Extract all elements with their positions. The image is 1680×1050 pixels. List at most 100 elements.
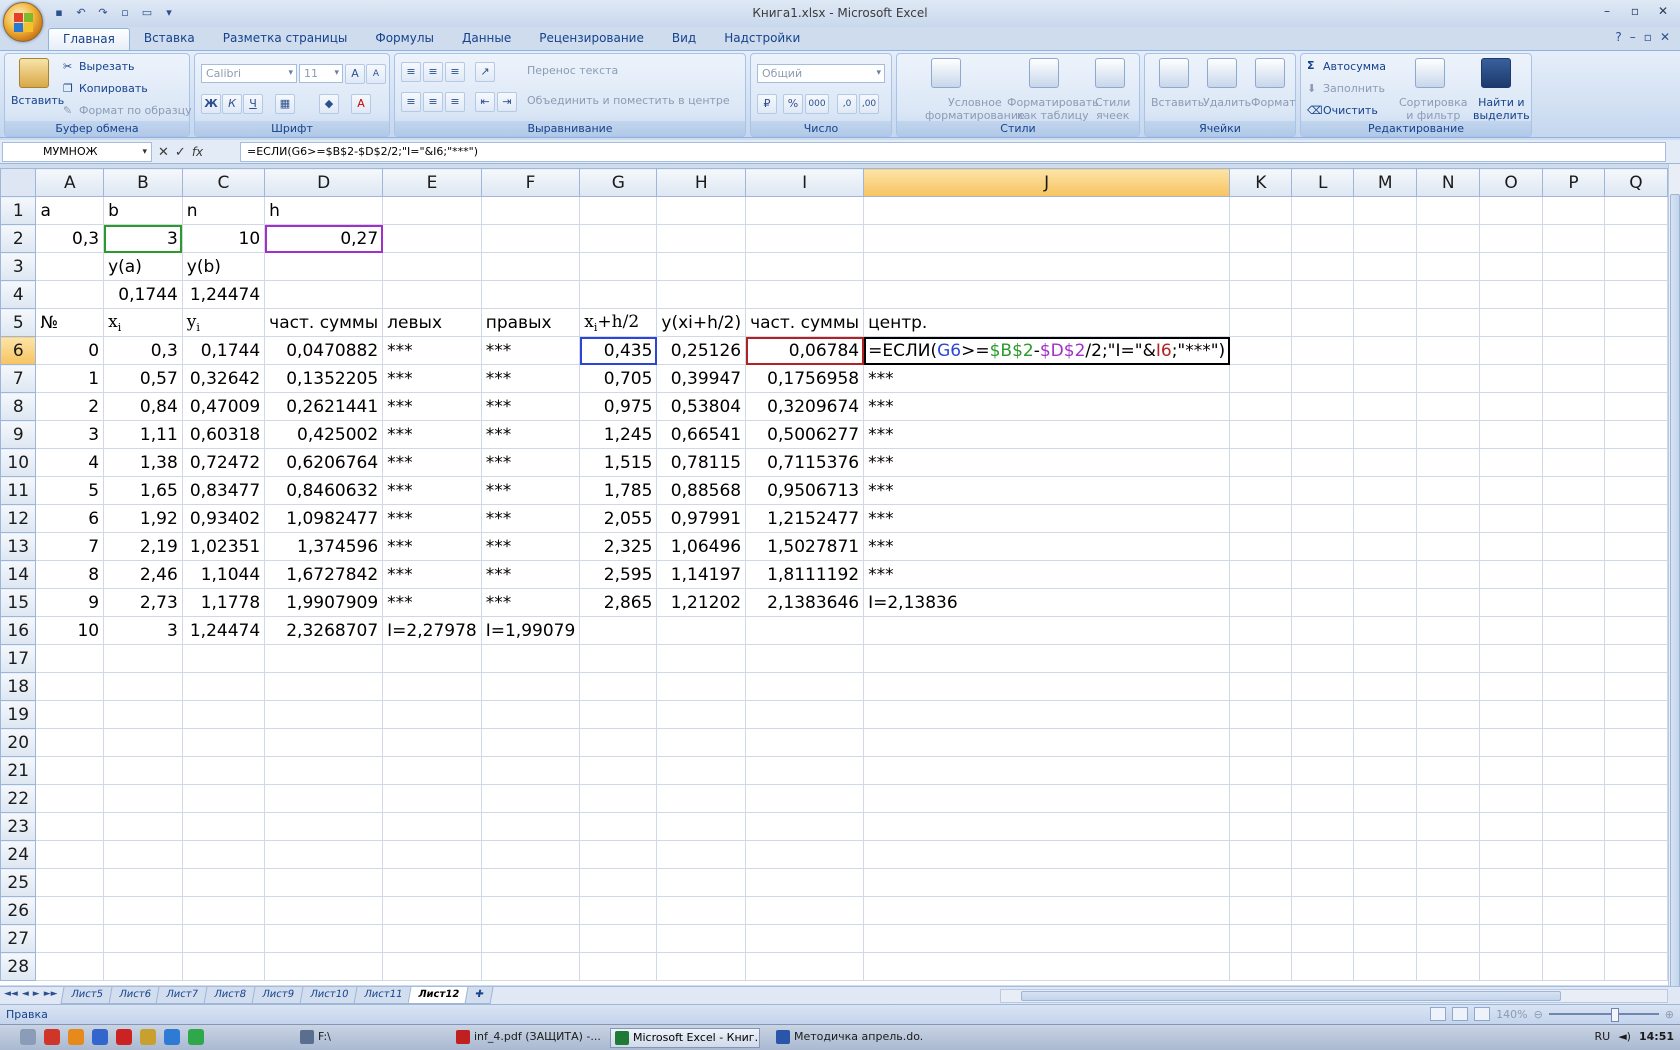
cell-o10[interactable] <box>1479 448 1544 477</box>
cell-f1[interactable] <box>480 196 581 225</box>
cell-e18[interactable] <box>382 672 482 701</box>
currency-icon[interactable]: ₽ <box>757 94 777 114</box>
cell-f17[interactable] <box>480 644 581 673</box>
cell-e21[interactable] <box>382 756 482 785</box>
filezilla-icon[interactable] <box>140 1029 156 1045</box>
cell-j16[interactable] <box>863 616 1231 645</box>
cell-f3[interactable] <box>480 252 581 281</box>
cell-o14[interactable] <box>1479 560 1544 589</box>
tab-addins[interactable]: Надстройки <box>710 28 814 50</box>
cell-k23[interactable] <box>1229 812 1293 841</box>
cell-a8[interactable]: 2 <box>35 392 105 421</box>
cell-e10[interactable]: *** <box>382 448 482 477</box>
row-header[interactable]: 1 <box>0 196 37 225</box>
cell-q11[interactable] <box>1603 476 1668 505</box>
cell-d11[interactable]: 0,8460632 <box>264 476 384 505</box>
opera-icon[interactable] <box>116 1029 132 1045</box>
cell-m20[interactable] <box>1352 728 1418 757</box>
cell-h11[interactable]: 0,88568 <box>656 476 747 505</box>
cell-k26[interactable] <box>1229 896 1293 925</box>
cell-e14[interactable]: *** <box>382 560 482 589</box>
row-header[interactable]: 13 <box>0 532 37 561</box>
cell-e8[interactable]: *** <box>382 392 482 421</box>
cell-n23[interactable] <box>1416 812 1481 841</box>
cell-a25[interactable] <box>35 868 105 897</box>
cell-k14[interactable] <box>1229 560 1293 589</box>
cell-e25[interactable] <box>382 868 482 897</box>
cell-h27[interactable] <box>656 924 747 953</box>
cell-e28[interactable] <box>382 952 482 981</box>
decrease-indent-icon[interactable]: ⇤ <box>475 92 495 112</box>
cell-a27[interactable] <box>35 924 105 953</box>
cell-p9[interactable] <box>1542 420 1605 449</box>
align-bottom-icon[interactable]: ≡ <box>445 62 465 82</box>
cell-g16[interactable] <box>579 616 658 645</box>
cell-b25[interactable] <box>103 868 183 897</box>
normal-view-icon[interactable] <box>1430 1007 1447 1021</box>
cell-o5[interactable] <box>1479 308 1544 337</box>
cell-k17[interactable] <box>1229 644 1293 673</box>
column-header-i[interactable]: I <box>745 168 865 197</box>
cell-n22[interactable] <box>1416 784 1481 813</box>
cell-a17[interactable] <box>35 644 105 673</box>
cell-d10[interactable]: 0,6206764 <box>264 448 384 477</box>
cell-i10[interactable]: 0,7115376 <box>745 448 865 477</box>
cell-o23[interactable] <box>1479 812 1544 841</box>
cell-a1[interactable]: a <box>35 196 105 225</box>
zoom-out-icon[interactable]: ⊖ <box>1534 1008 1543 1021</box>
cell-g8[interactable]: 0,975 <box>579 392 658 421</box>
cell-a13[interactable]: 7 <box>35 532 105 561</box>
cell-b8[interactable]: 0,84 <box>103 392 183 421</box>
cell-p11[interactable] <box>1542 476 1605 505</box>
cell-d5[interactable]: част. суммы <box>264 308 384 337</box>
cell-o13[interactable] <box>1479 532 1544 561</box>
cell-o9[interactable] <box>1479 420 1544 449</box>
cell-n28[interactable] <box>1416 952 1481 981</box>
cell-d19[interactable] <box>264 700 384 729</box>
copy-button[interactable]: ❐ Копировать <box>63 82 148 95</box>
cell-e20[interactable] <box>382 728 482 757</box>
cell-i3[interactable] <box>745 252 865 281</box>
cell-l2[interactable] <box>1291 224 1354 253</box>
cell-e1[interactable] <box>382 196 482 225</box>
cell-m19[interactable] <box>1352 700 1418 729</box>
cell-p3[interactable] <box>1542 252 1605 281</box>
cell-i21[interactable] <box>745 756 865 785</box>
cell-c13[interactable]: 1,02351 <box>181 532 266 561</box>
cell-p12[interactable] <box>1542 504 1605 533</box>
cell-i13[interactable]: 1,5027871 <box>745 532 865 561</box>
cell-b7[interactable]: 0,57 <box>103 364 183 393</box>
cell-h1[interactable] <box>656 196 747 225</box>
wrap-text-button[interactable]: Перенос текста <box>527 64 618 77</box>
cell-c14[interactable]: 1,1044 <box>181 560 266 589</box>
cell-l12[interactable] <box>1291 504 1354 533</box>
cell-k8[interactable] <box>1229 392 1293 421</box>
cell-l10[interactable] <box>1291 448 1354 477</box>
cell-e26[interactable] <box>382 896 482 925</box>
cell-j9[interactable]: *** <box>863 420 1231 449</box>
format-cells-button[interactable]: Формат <box>1251 96 1296 109</box>
cell-k28[interactable] <box>1229 952 1293 981</box>
cell-q24[interactable] <box>1603 840 1668 869</box>
row-header[interactable]: 5 <box>0 308 37 337</box>
cell-k2[interactable] <box>1229 224 1293 253</box>
cell-a4[interactable] <box>35 280 105 309</box>
cell-d2[interactable]: 0,27 <box>264 224 384 253</box>
cell-c19[interactable] <box>181 700 266 729</box>
column-header-l[interactable]: L <box>1291 168 1354 197</box>
cell-c5[interactable]: yi <box>181 308 266 337</box>
italic-button[interactable]: К <box>222 94 242 114</box>
cell-l26[interactable] <box>1291 896 1354 925</box>
cell-j28[interactable] <box>863 952 1231 981</box>
cell-h17[interactable] <box>656 644 747 673</box>
cell-i26[interactable] <box>745 896 865 925</box>
select-all-corner[interactable] <box>0 168 37 197</box>
cell-d17[interactable] <box>264 644 384 673</box>
cell-q21[interactable] <box>1603 756 1668 785</box>
cell-d12[interactable]: 1,0982477 <box>264 504 384 533</box>
cell-i8[interactable]: 0,3209674 <box>745 392 865 421</box>
cell-g5[interactable]: xi+h/2 <box>579 308 658 337</box>
column-header-b[interactable]: B <box>103 168 183 197</box>
cell-l7[interactable] <box>1291 364 1354 393</box>
cell-f23[interactable] <box>480 812 581 841</box>
